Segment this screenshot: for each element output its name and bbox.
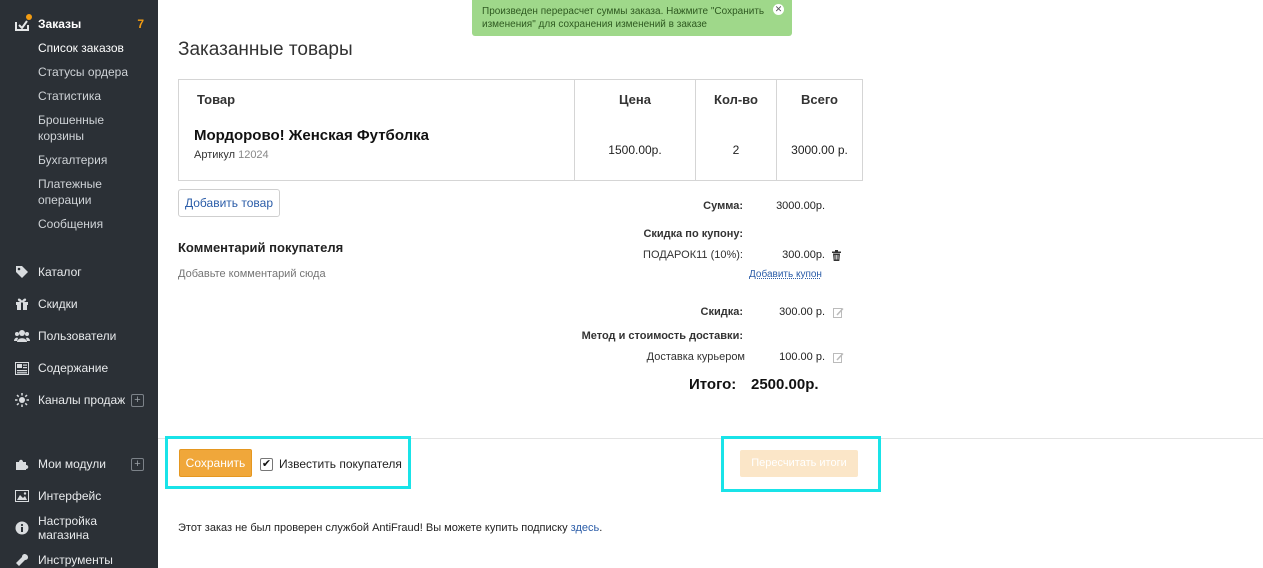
discount-label: Скидка: [700, 306, 743, 318]
delivery-name: Доставка курьером [646, 351, 745, 363]
sidebar-item-label: Интерфейс [38, 489, 102, 503]
content-icon [14, 360, 30, 376]
coupon-label: Скидка по купону: [643, 228, 743, 240]
sidebar-item-interface[interactable]: Интерфейс [14, 486, 144, 506]
recalculate-totals-button[interactable]: Пересчитать итоги [740, 450, 858, 477]
sidebar-item-sales-channels[interactable]: Каналы продаж + [14, 390, 144, 410]
page-title: Заказанные товары [178, 39, 353, 60]
antifraud-end: . [599, 522, 603, 534]
qty-cell[interactable]: 2 [695, 119, 777, 181]
product-article: Артикул 12024 [194, 149, 574, 161]
sidebar-subitem-accounting[interactable]: Бухгалтерия [38, 152, 107, 168]
sidebar-item-label: Каталог [38, 265, 82, 279]
recalculation-notice: Произведен перерасчет суммы заказа. Нажм… [472, 0, 792, 36]
notification-dot [26, 14, 32, 20]
wrench-icon [14, 552, 30, 568]
total-value: 2500.00р. [751, 376, 819, 393]
sidebar-item-label: Скидки [38, 297, 78, 311]
users-icon [14, 328, 30, 344]
sidebar: Заказы 7 Список заказов Статусы ордера С… [0, 0, 158, 568]
sidebar-item-label: Каналы продаж [38, 393, 126, 407]
sidebar-item-shop-settings[interactable]: Настройка магазина [14, 514, 144, 542]
tag-icon [14, 264, 30, 280]
add-product-button[interactable]: Добавить товар [178, 189, 280, 217]
checkbox-checked-icon[interactable]: ✔ [260, 457, 273, 471]
comment-title: Комментарий покупателя [178, 240, 344, 255]
header-qty: Кол-во [695, 79, 777, 120]
sidebar-item-orders[interactable]: Заказы 7 [14, 14, 144, 34]
save-button[interactable]: Сохранить [179, 449, 252, 477]
sum-label: Сумма: [703, 200, 743, 212]
coupon-name: ПОДАРОК11 (10%): [643, 249, 743, 261]
product-cell: Мордорово! Женская Футболка Артикул 1202… [178, 119, 575, 181]
sidebar-item-label: Пользователи [38, 329, 117, 343]
notify-customer-checkbox[interactable]: ✔ Известить покупателя [260, 457, 402, 471]
sidebar-subitem-abandoned-carts[interactable]: Брошенные корзины [38, 112, 118, 144]
total-cell: 3000.00 р. [776, 119, 863, 181]
order-items-table: Товар Цена Кол-во Всего Мордорово! Женск… [178, 79, 863, 181]
sidebar-subitem-payments[interactable]: Платежные операции [38, 176, 118, 208]
sidebar-item-catalog[interactable]: Каталог [14, 262, 144, 282]
antifraud-message: Этот заказ не был проверен службой AntiF… [178, 522, 602, 534]
coupon-value: 300.00р. [782, 249, 825, 261]
delivery-value: 100.00 р. [779, 351, 825, 363]
info-icon [14, 520, 30, 536]
edit-icon[interactable] [833, 307, 844, 318]
sidebar-subitem-orders-list[interactable]: Список заказов [38, 40, 124, 56]
sum-value: 3000.00р. [776, 200, 825, 212]
image-icon [14, 488, 30, 504]
expand-plus-icon[interactable]: + [131, 457, 144, 471]
table-row: Мордорово! Женская Футболка Артикул 1202… [178, 119, 863, 181]
sidebar-subitem-statistics[interactable]: Статистика [38, 88, 101, 104]
total-label: Итого: [689, 376, 737, 393]
close-icon[interactable]: ✕ [773, 4, 784, 15]
antifraud-text: Этот заказ не был проверен службой AntiF… [178, 522, 571, 534]
orders-count-badge: 7 [137, 17, 144, 31]
sun-icon [14, 392, 30, 408]
edit-icon[interactable] [833, 352, 844, 363]
header-product: Товар [178, 79, 575, 120]
gift-icon [14, 296, 30, 312]
sidebar-subitem-order-statuses[interactable]: Статусы ордера [38, 64, 128, 80]
antifraud-link[interactable]: здесь [571, 522, 600, 534]
product-name[interactable]: Мордорово! Женская Футболка [194, 127, 574, 144]
sidebar-item-label: Мои модули [38, 457, 106, 471]
sidebar-item-label: Настройка магазина [38, 514, 98, 542]
trash-icon[interactable] [831, 250, 842, 261]
table-header-row: Товар Цена Кол-во Всего [178, 79, 863, 120]
article-value: 12024 [238, 148, 269, 161]
sidebar-item-tools[interactable]: Инструменты [14, 550, 144, 568]
sidebar-item-label: Заказы [38, 17, 82, 31]
expand-plus-icon[interactable]: + [131, 393, 144, 407]
add-coupon-link[interactable]: Добавить купон [749, 269, 822, 280]
sidebar-item-label: Инструменты [38, 553, 113, 567]
sidebar-item-content[interactable]: Содержание [14, 358, 144, 378]
sidebar-item-discounts[interactable]: Скидки [14, 294, 144, 314]
sidebar-item-users[interactable]: Пользователи [14, 326, 144, 346]
notify-customer-label: Известить покупателя [279, 457, 402, 471]
sidebar-item-my-modules[interactable]: Мои модули + [14, 454, 144, 474]
header-price: Цена [574, 79, 696, 120]
sidebar-item-label: Содержание [38, 361, 109, 375]
header-total: Всего [776, 79, 863, 120]
sidebar-subitem-messages[interactable]: Сообщения [38, 216, 103, 232]
price-cell: 1500.00р. [574, 119, 696, 181]
puzzle-icon [14, 456, 30, 472]
delivery-label: Метод и стоимость доставки: [581, 330, 743, 342]
notice-text: Произведен перерасчет суммы заказа. Нажм… [482, 6, 765, 30]
discount-value: 300.00 р. [779, 306, 825, 318]
comment-input[interactable] [178, 268, 458, 280]
article-label: Артикул [194, 148, 236, 161]
